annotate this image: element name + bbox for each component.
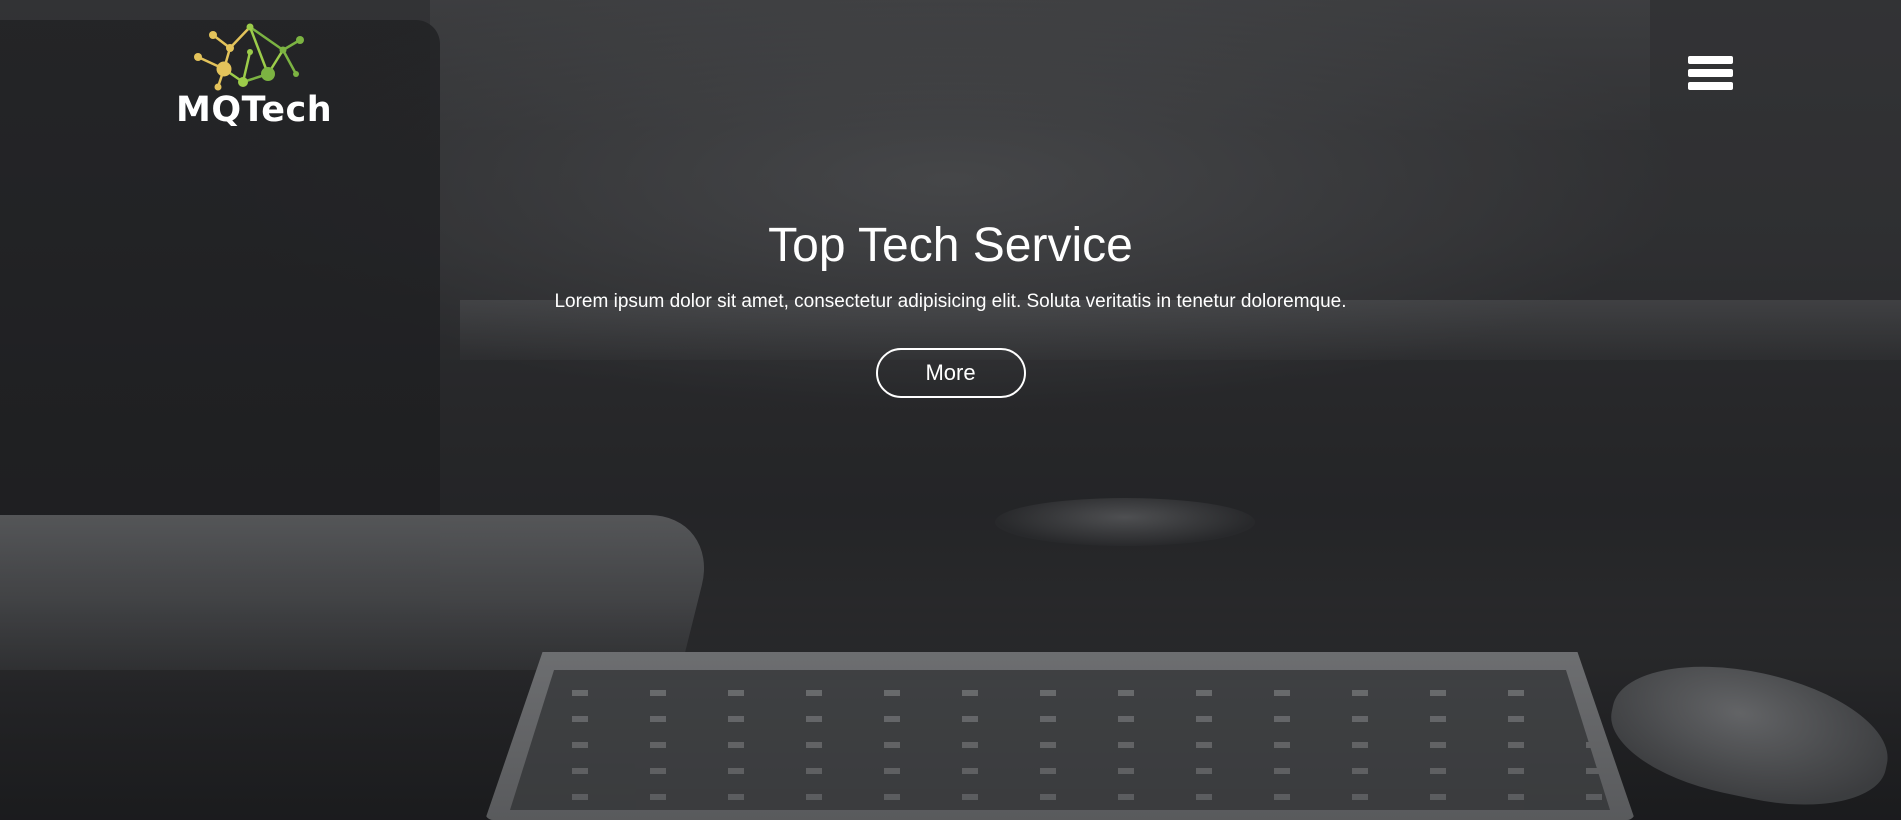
brand-name: MQTech <box>176 90 333 130</box>
hamburger-menu-icon[interactable] <box>1688 56 1733 96</box>
hero-title: Top Tech Service <box>768 219 1133 272</box>
brand-logo[interactable]: MQTech <box>176 22 332 132</box>
menu-bar-middle <box>1688 69 1733 77</box>
hero-section: MQTech Top Tech Service Lorem ipsum dolo… <box>0 0 1901 820</box>
hero-content: Top Tech Service Lorem ipsum dolor sit a… <box>0 212 1901 398</box>
menu-bar-top <box>1688 56 1733 64</box>
molecule-network-icon <box>194 23 304 91</box>
menu-bar-bottom <box>1688 82 1733 90</box>
hero-subtitle: Lorem ipsum dolor sit amet, consectetur … <box>554 291 1347 312</box>
more-button[interactable]: More <box>875 348 1026 398</box>
